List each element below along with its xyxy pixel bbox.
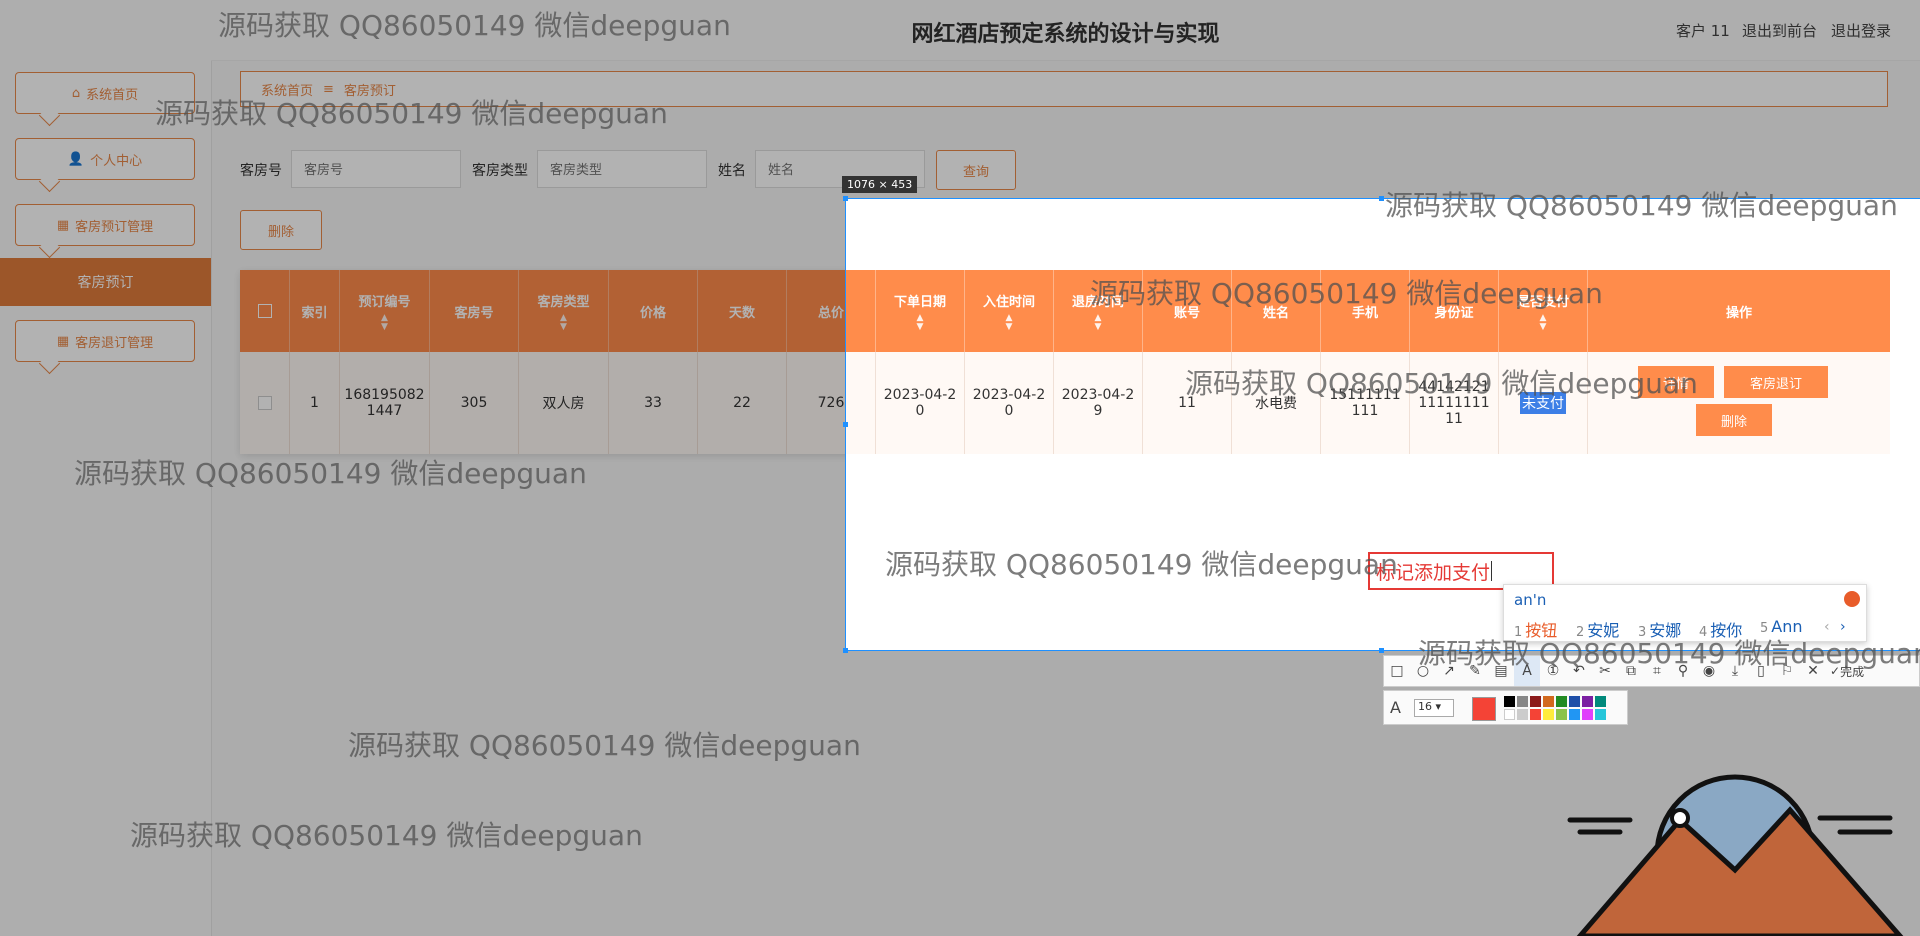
color-swatch[interactable]	[1556, 696, 1567, 707]
color-swatch[interactable]	[1543, 709, 1554, 720]
rectangle-tool-icon[interactable]: □	[1384, 656, 1410, 686]
color-swatch[interactable]	[1530, 709, 1541, 720]
color-swatch[interactable]	[1543, 696, 1554, 707]
font-icon: A	[1390, 698, 1401, 717]
color-swatch[interactable]	[1504, 709, 1515, 720]
watermark-text: 源码获取 QQ86050149 微信deepguan	[348, 729, 861, 762]
mountain-illustration	[1567, 774, 1904, 936]
color-palette	[1504, 696, 1624, 722]
text-style-toolbar: A 16 ▾	[1383, 690, 1628, 725]
watermark-text: 源码获取 QQ86050149 微信deepguan	[130, 819, 643, 852]
color-swatch[interactable]	[1530, 696, 1541, 707]
ime-input: an'n	[1514, 591, 1547, 609]
resize-handle[interactable]	[843, 648, 848, 653]
font-size-select[interactable]: 16 ▾	[1414, 699, 1454, 717]
color-swatch[interactable]	[1595, 696, 1606, 707]
color-swatch[interactable]	[1556, 709, 1567, 720]
color-swatch[interactable]	[1595, 709, 1606, 720]
watermark-text: 源码获取 QQ86050149 微信deepguan	[218, 9, 731, 42]
color-swatch[interactable]	[1582, 696, 1593, 707]
watermark-text: 源码获取 QQ86050149 微信deepguan	[885, 548, 1398, 581]
resize-handle[interactable]	[843, 196, 848, 201]
watermark-text: 源码获取 QQ86050149 微信deepguan	[74, 457, 587, 490]
dim-overlay-left	[0, 198, 845, 651]
color-swatch[interactable]	[1569, 709, 1580, 720]
current-color-swatch[interactable]	[1472, 697, 1496, 721]
resize-handle[interactable]	[1379, 196, 1384, 201]
color-swatch[interactable]	[1569, 696, 1580, 707]
resize-handle[interactable]	[1379, 648, 1384, 653]
watermark-text: 源码获取 QQ86050149 微信deepguan	[1385, 189, 1898, 222]
selection-size-label: 1076 × 453	[842, 176, 918, 193]
resize-handle[interactable]	[843, 422, 848, 427]
color-swatch[interactable]	[1517, 709, 1528, 720]
color-swatch[interactable]	[1582, 709, 1593, 720]
ime-logo-icon	[1844, 591, 1860, 607]
watermark-text: 源码获取 QQ86050149 微信deepguan	[1418, 637, 1920, 670]
watermark-text: 源码获取 QQ86050149 微信deepguan	[1185, 367, 1698, 400]
watermark-text: 源码获取 QQ86050149 微信deepguan	[155, 97, 668, 130]
color-swatch[interactable]	[1517, 696, 1528, 707]
color-swatch[interactable]	[1504, 696, 1515, 707]
peak-dot	[1670, 808, 1690, 828]
watermark-text: 源码获取 QQ86050149 微信deepguan	[1090, 277, 1603, 310]
